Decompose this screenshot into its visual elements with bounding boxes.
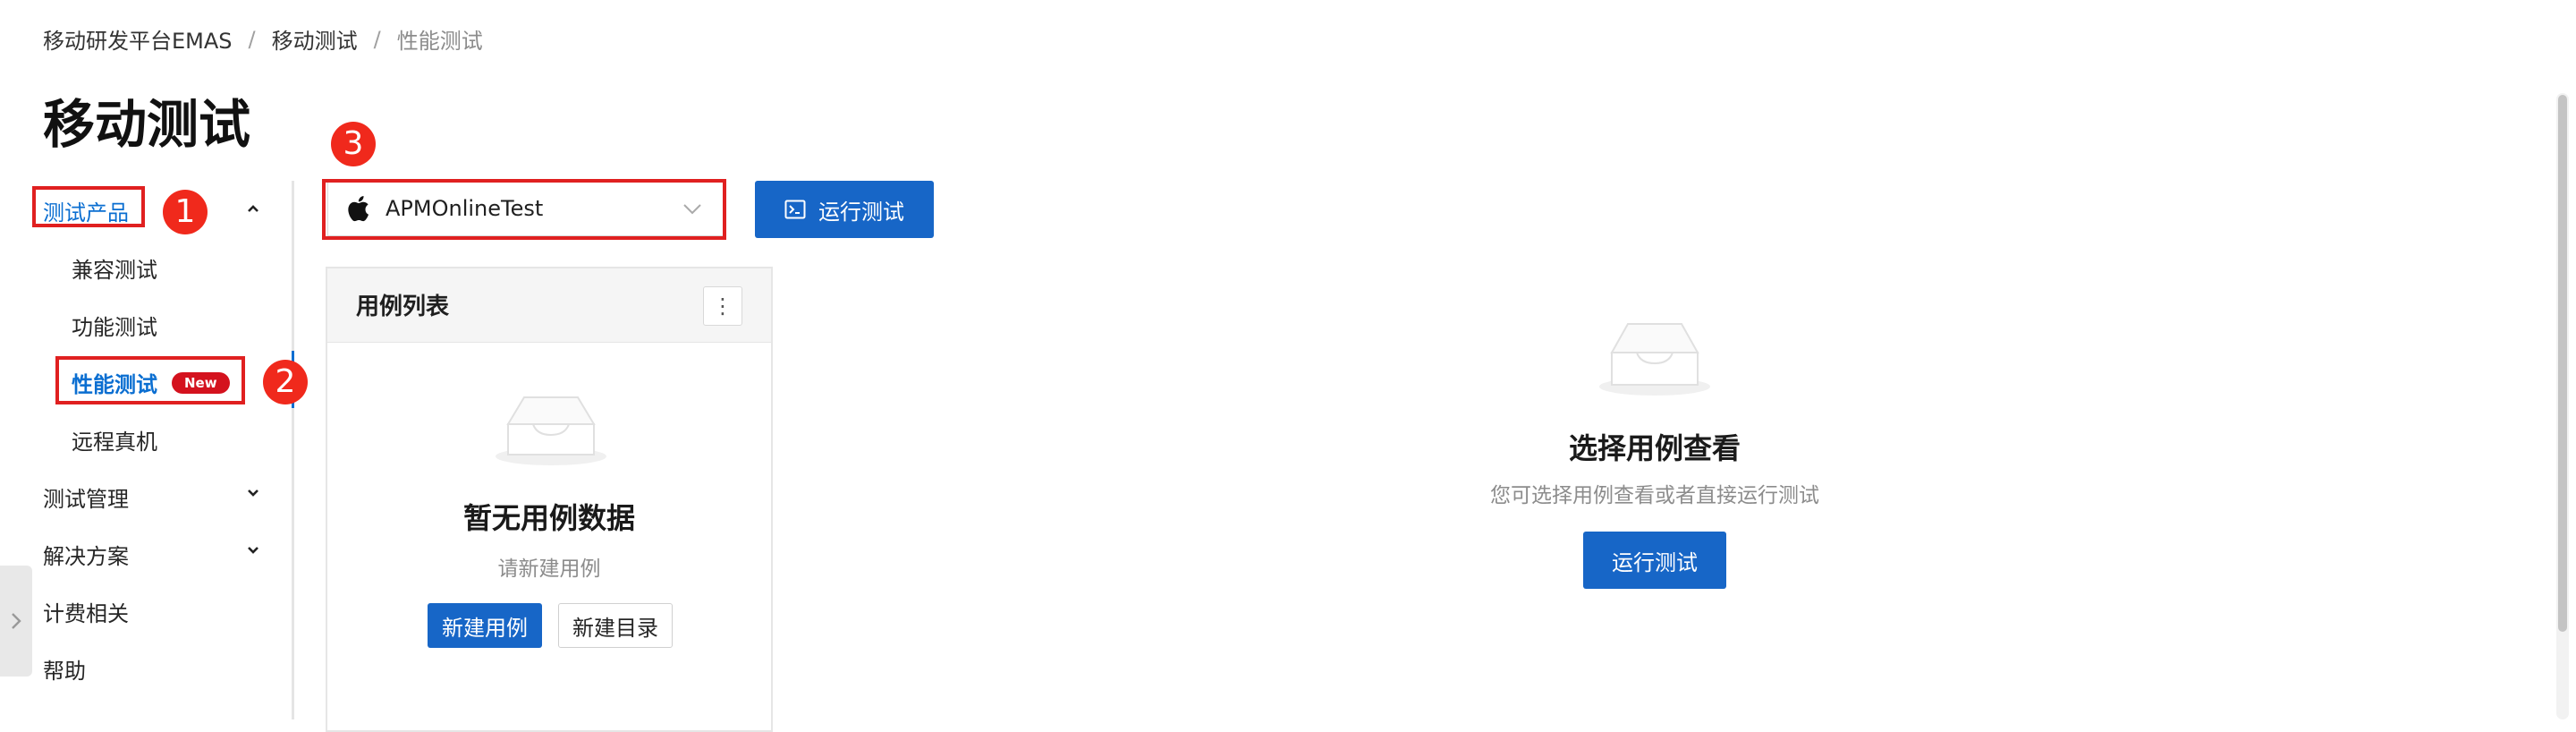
scrollbar-thumb[interactable] [2558,95,2567,632]
page-scrollbar[interactable] [2556,93,2569,719]
case-empty-title: 暂无用例数据 [462,501,635,535]
sidebar-section-label: 解决方案 [43,544,129,569]
breadcrumb-mobile-test[interactable]: 移动测试 [272,23,358,55]
empty-inbox-icon [1599,323,1710,396]
sidebar-section-label: 测试管理 [43,487,129,512]
sidebar-section-label: 帮助 [43,659,86,684]
run-test-button[interactable]: 运行测试 [755,181,934,238]
annotation-badge-1: 1 [163,190,208,234]
sidebar-divider [292,181,294,719]
breadcrumb-emas[interactable]: 移动研发平台EMAS [43,23,233,55]
breadcrumb: 移动研发平台EMAS / 移动测试 / 性能测试 [43,23,483,55]
case-list-title: 用例列表 [356,294,450,320]
sidebar-item-label: 功能测试 [72,315,157,340]
sidebar-collapse-toggle[interactable] [0,566,32,677]
sidebar-item-functional[interactable]: 功能测试 [72,310,157,341]
terminal-icon [784,200,806,219]
annotation-highlight-1 [32,186,145,227]
sidebar-item-compatibility[interactable]: 兼容测试 [72,252,157,284]
page-title: 移动测试 [43,94,251,155]
empty-inbox-icon [496,396,606,465]
breadcrumb-separator: / [373,26,381,52]
annotation-badge-2: 2 [263,360,308,404]
chevron-down-icon[interactable] [247,544,259,557]
annotation-highlight-2 [55,356,245,404]
sidebar-item-label: 兼容测试 [72,258,157,283]
annotation-highlight-3 [322,179,726,240]
sidebar-section-help[interactable]: 帮助 [43,653,86,685]
sidebar-section-test-management[interactable]: 测试管理 [43,481,129,513]
annotation-badge-3: 3 [331,122,376,166]
case-list-panel: 用例列表 ⋮ 暂无用例数据 请新建用例 新建用例 新建目录 [326,267,773,732]
detail-empty-title: 选择用例查看 [1568,431,1741,465]
chevron-right-icon [12,613,21,629]
sidebar-item-label: 远程真机 [72,430,157,455]
case-empty-desc: 请新建用例 [497,558,601,581]
sidebar-section-solutions[interactable]: 解决方案 [43,539,129,570]
chevron-up-icon[interactable] [247,202,259,215]
run-test-label: 运行测试 [818,199,904,225]
breadcrumb-separator: / [248,26,256,52]
more-options-button[interactable]: ⋮ [703,286,742,326]
detail-empty-desc: 您可选择用例查看或者直接运行测试 [1490,484,1819,507]
detail-run-test-button[interactable]: 运行测试 [1583,532,1726,589]
sidebar-section-label: 计费相关 [43,601,129,626]
case-list-header: 用例列表 ⋮ [327,268,771,343]
new-case-button[interactable]: 新建用例 [428,603,542,648]
new-directory-button[interactable]: 新建目录 [558,603,673,648]
sidebar-item-remote-device[interactable]: 远程真机 [72,424,157,455]
more-icon: ⋮ [712,294,733,319]
sidebar-section-billing[interactable]: 计费相关 [43,596,129,627]
chevron-down-icon[interactable] [247,487,259,499]
breadcrumb-current: 性能测试 [396,29,483,54]
